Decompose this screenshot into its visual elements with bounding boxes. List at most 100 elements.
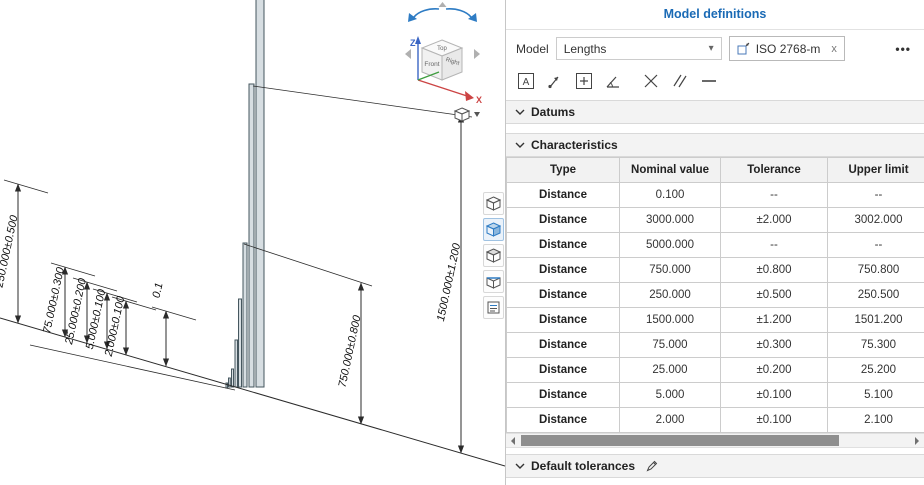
default-tolerances-section-label: Default tolerances xyxy=(531,459,636,473)
column-header: Upper limit xyxy=(827,157,924,183)
model-select-value: Lengths xyxy=(563,41,607,56)
framed-text-tool-button[interactable]: A xyxy=(516,71,536,91)
view-cube-front-label[interactable]: Front xyxy=(424,61,439,68)
standard-chip[interactable]: ISO 2768-m x xyxy=(728,36,845,61)
cell-value: 25.000 xyxy=(619,357,721,383)
pan-right-icon[interactable] xyxy=(474,49,480,59)
scrollbar-thumb[interactable] xyxy=(521,435,839,446)
characteristics-section-label: Characteristics xyxy=(531,138,618,152)
named-views-button[interactable] xyxy=(483,296,504,319)
cell-type: Distance xyxy=(506,207,620,233)
characteristics-section-header[interactable]: Characteristics xyxy=(506,133,924,157)
datum-feature-tool-button[interactable] xyxy=(574,71,594,91)
cell-value: 750.000 xyxy=(619,257,721,283)
default-tolerances-section-header[interactable]: Default tolerances xyxy=(506,454,924,478)
cell-type: Distance xyxy=(506,182,620,208)
standard-chip-label: ISO 2768-m xyxy=(755,41,821,56)
cell-value: -- xyxy=(827,232,924,258)
table-row[interactable]: Distance 75.000 ±0.300 75.300 xyxy=(506,332,924,358)
table-row[interactable]: Distance 1500.000 ±1.200 1501.200 xyxy=(506,307,924,333)
display-states-button[interactable] xyxy=(483,218,504,241)
dimension-label[interactable]: 75.000±0.300 xyxy=(41,265,67,334)
viewport-canvas[interactable]: 250.000±0.500 75.000±0.300 25.000±0.200 … xyxy=(0,0,505,485)
scroll-right-button[interactable] xyxy=(911,434,924,447)
part-geometry[interactable] xyxy=(225,0,265,389)
datums-section-label: Datums xyxy=(531,105,576,119)
cell-value: 5.100 xyxy=(827,382,924,408)
scroll-left-button[interactable] xyxy=(506,434,519,447)
table-row[interactable]: Distance 3000.000 ±2.000 3002.000 xyxy=(506,207,924,233)
edit-icon[interactable] xyxy=(645,459,659,473)
table-row[interactable]: Distance 5000.000 -- -- xyxy=(506,232,924,258)
view-cube[interactable]: Top Front Right Z X xyxy=(405,2,482,122)
model-select[interactable]: Lengths ▾ xyxy=(555,37,722,60)
characteristics-table-body: Distance 0.100 -- -- Distance 3000.000 ±2.000 3… xyxy=(506,182,924,433)
cell-value: 5.000 xyxy=(619,382,721,408)
cell-value: 75.000 xyxy=(619,332,721,358)
cell-value: ±0.200 xyxy=(720,357,828,383)
cell-value: -- xyxy=(827,182,924,208)
close-icon[interactable]: x xyxy=(831,43,837,55)
datums-section-header[interactable]: Datums xyxy=(506,100,924,124)
model-row: Model Lengths ▾ ISO 2768-m x ••• xyxy=(506,30,924,66)
cell-value: 3000.000 xyxy=(619,207,721,233)
named-positions-button[interactable] xyxy=(483,244,504,267)
dimension-label[interactable]: 0.1 xyxy=(151,282,166,299)
leader-tool-button[interactable] xyxy=(545,71,565,91)
cell-value: 25.200 xyxy=(827,357,924,383)
view-options-button[interactable] xyxy=(453,107,480,122)
overflow-menu-button[interactable]: ••• xyxy=(895,42,916,56)
horizontal-scrollbar[interactable] xyxy=(506,433,924,448)
section-view-button[interactable] xyxy=(483,270,504,293)
column-header: Nominal value xyxy=(619,157,721,183)
appearance-tool-button[interactable] xyxy=(483,192,504,215)
axis-x-label: X xyxy=(476,95,482,105)
cell-value: 750.800 xyxy=(827,257,924,283)
cell-value: 250.500 xyxy=(827,282,924,308)
table-row[interactable]: Distance 750.000 ±0.800 750.800 xyxy=(506,257,924,283)
table-row[interactable]: Distance 25.000 ±0.200 25.200 xyxy=(506,357,924,383)
table-row[interactable]: Distance 0.100 -- -- xyxy=(506,182,924,208)
chevron-down-icon xyxy=(515,109,525,115)
cell-type: Distance xyxy=(506,357,620,383)
parallel-lines-tool-button[interactable] xyxy=(670,71,690,91)
table-row[interactable]: Distance 250.000 ±0.500 250.500 xyxy=(506,282,924,308)
table-row[interactable]: Distance 2.000 ±0.100 2.100 xyxy=(506,407,924,433)
cell-value: 3002.000 xyxy=(827,207,924,233)
axis-z-label: Z xyxy=(410,38,416,48)
chevron-down-icon xyxy=(515,463,525,469)
cell-value: 0.100 xyxy=(619,182,721,208)
cell-value: 1500.000 xyxy=(619,307,721,333)
dimension-label[interactable]: 25.000±0.200 xyxy=(63,276,89,346)
intersection-tool-button[interactable] xyxy=(641,71,661,91)
line-tool-button[interactable] xyxy=(699,71,719,91)
cell-value: 75.300 xyxy=(827,332,924,358)
table-row[interactable]: Distance 5.000 ±0.100 5.100 xyxy=(506,382,924,408)
cell-value: 5000.000 xyxy=(619,232,721,258)
view-cube-top-label[interactable]: Top xyxy=(437,46,447,52)
dimension-label[interactable]: 2.000±0.100 xyxy=(103,294,128,358)
datum-standard-icon xyxy=(737,42,750,55)
cell-value: ±0.800 xyxy=(720,257,828,283)
pan-left-icon[interactable] xyxy=(405,49,411,59)
extension-lines xyxy=(3,85,473,321)
chevron-down-icon[interactable] xyxy=(474,112,480,117)
viewport-side-toolbar xyxy=(483,192,504,319)
cell-value: ±0.100 xyxy=(720,407,828,433)
cell-value: -- xyxy=(720,182,828,208)
cell-type: Distance xyxy=(506,257,620,283)
chevron-down-icon xyxy=(515,142,525,148)
rotate-up-icon[interactable] xyxy=(438,2,447,7)
cell-type: Distance xyxy=(506,407,620,433)
cell-value: ±0.500 xyxy=(720,282,828,308)
cell-value: -- xyxy=(720,232,828,258)
angle-tool-button[interactable] xyxy=(603,71,623,91)
model-definitions-panel: Model definitions Model Lengths ▾ ISO 27… xyxy=(505,0,924,485)
cell-type: Distance xyxy=(506,332,620,358)
dimension-label[interactable]: 5.000±0.100 xyxy=(84,287,109,350)
application-window: 250.000±0.500 75.000±0.300 25.000±0.200 … xyxy=(0,0,924,485)
dimension-label[interactable]: 1500.000±1.200 xyxy=(435,241,463,322)
scrollbar-track[interactable] xyxy=(519,434,911,447)
dimension-label[interactable]: 750.000±0.800 xyxy=(337,313,364,388)
cell-value: ±2.000 xyxy=(720,207,828,233)
